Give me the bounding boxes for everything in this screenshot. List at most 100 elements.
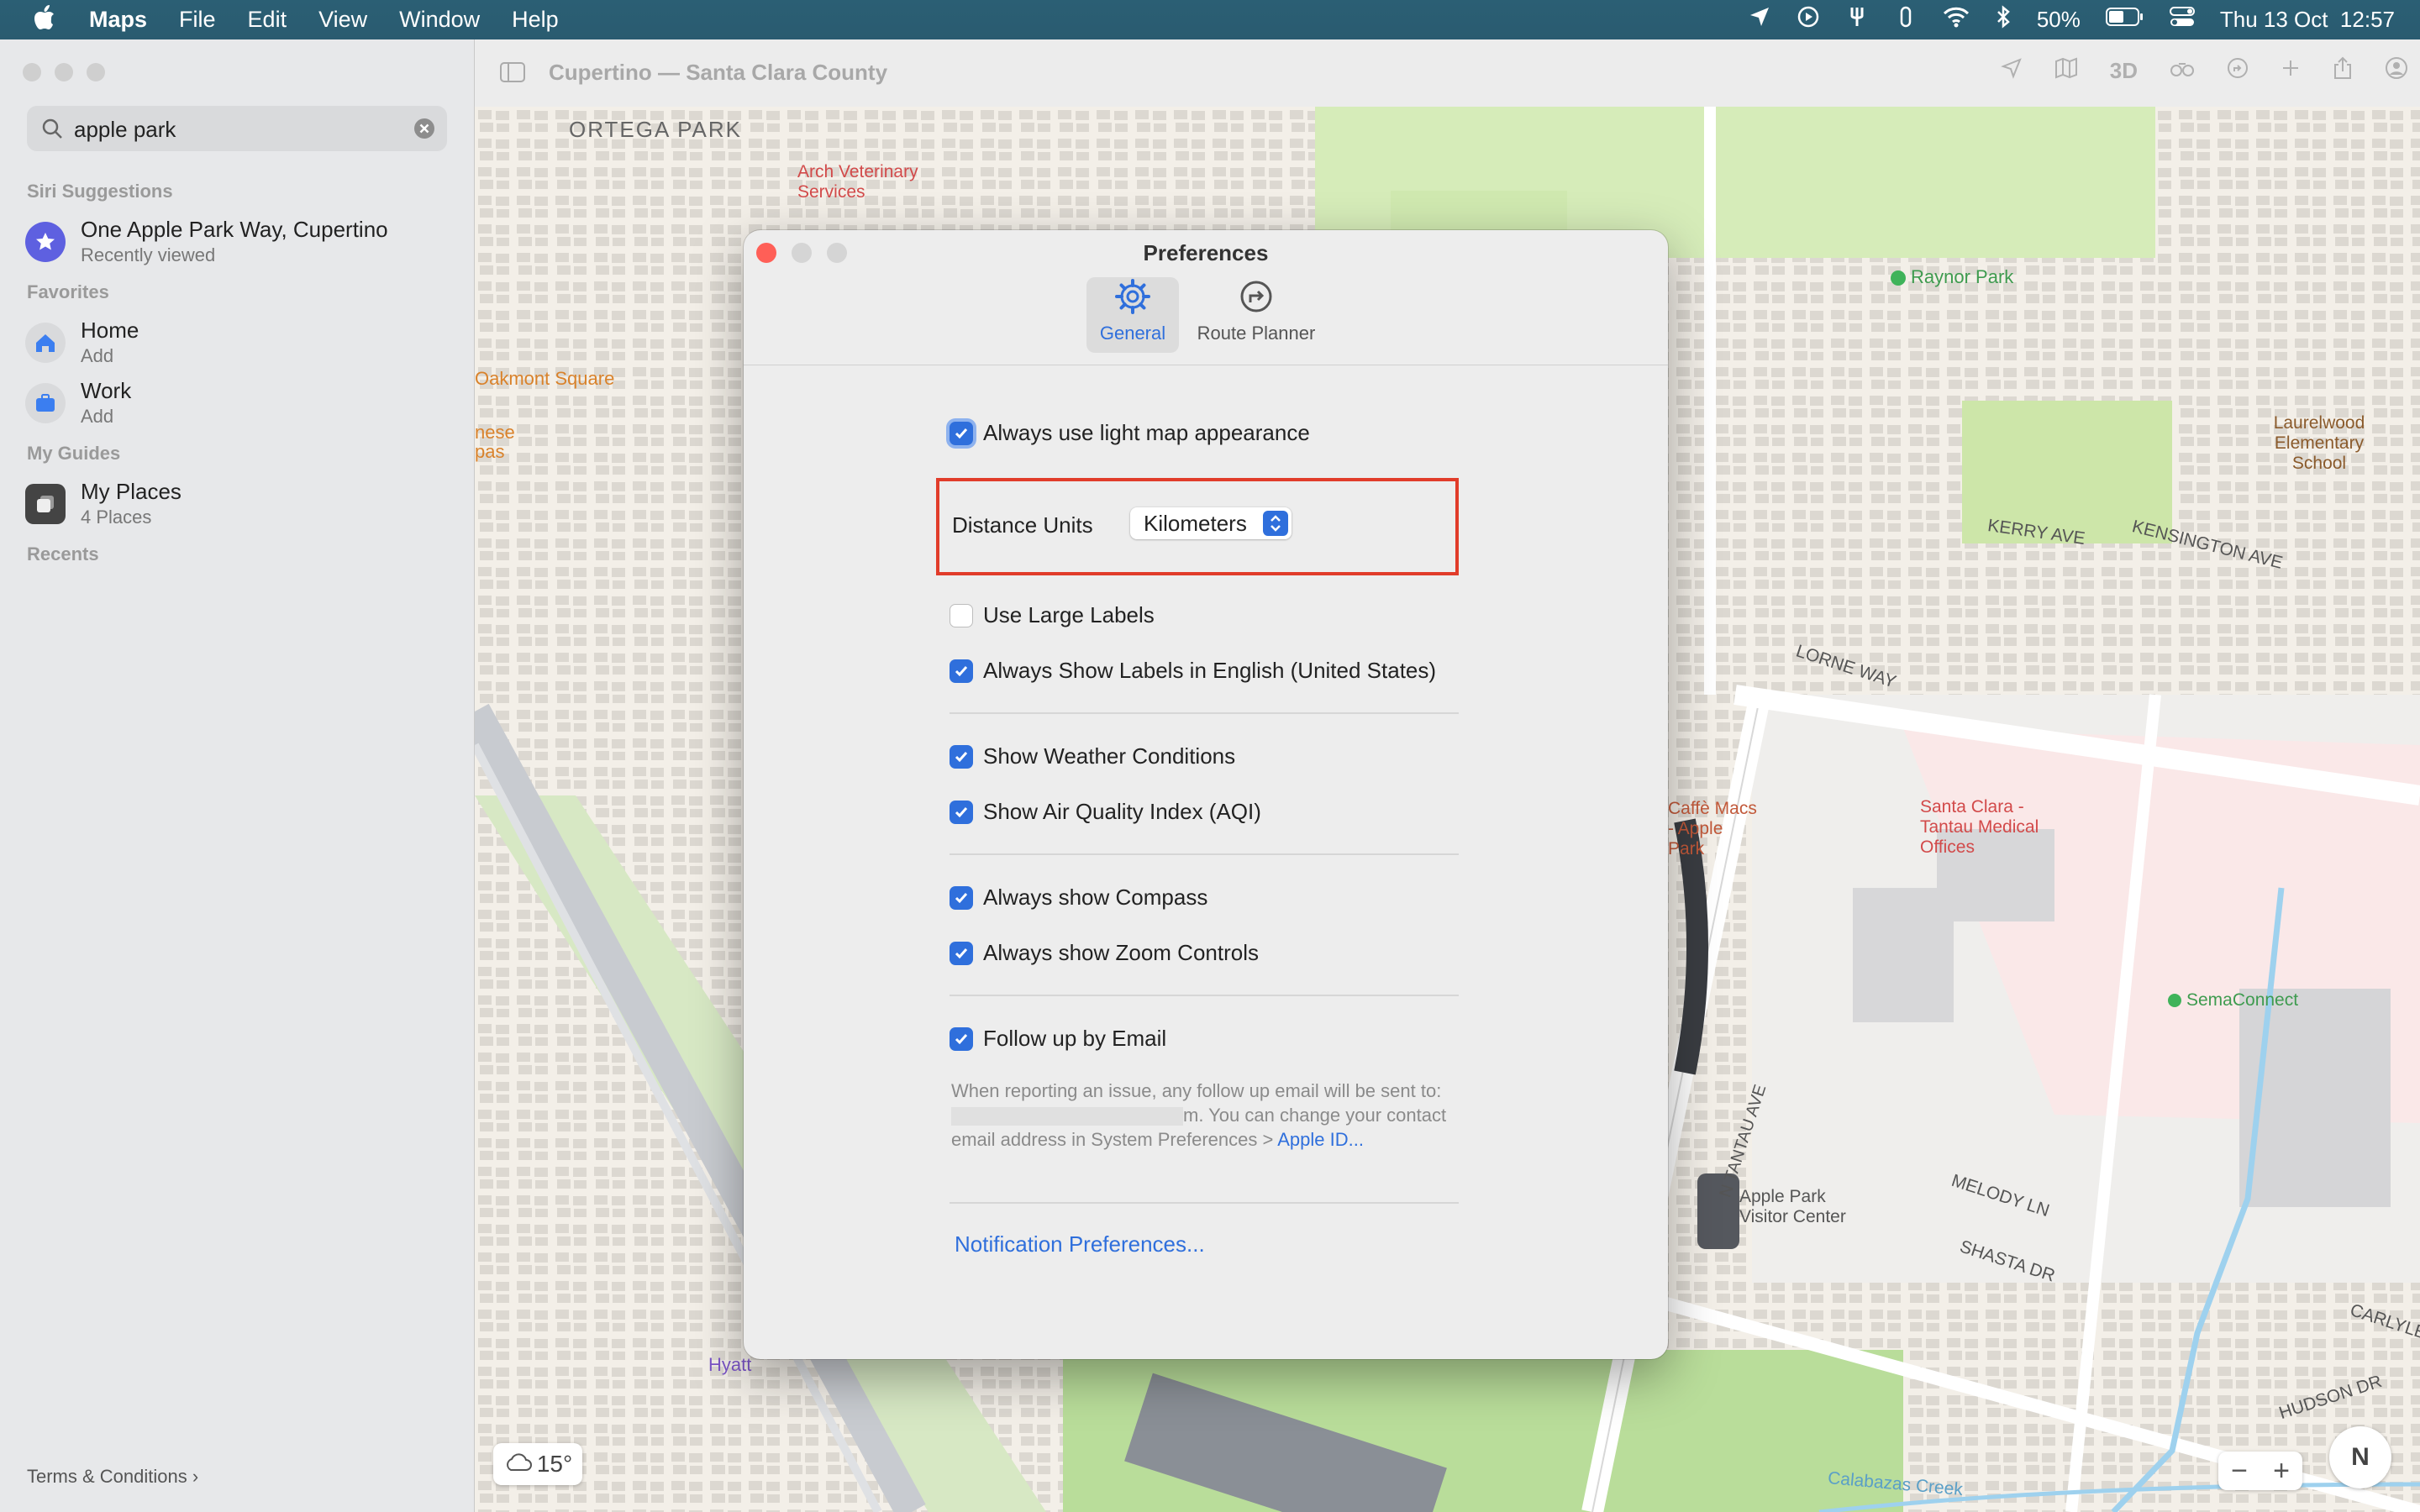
my-guides-title: My Guides: [27, 443, 121, 464]
map-label: pas: [475, 441, 505, 462]
zoom-in-button[interactable]: +: [2273, 1455, 2290, 1488]
dialog-title: Preferences: [1143, 240, 1269, 265]
compass-checkbox[interactable]: [950, 885, 973, 910]
light-map-option[interactable]: Always use light map appearance: [950, 420, 1310, 446]
map-location-title: Cupertino — Santa Clara County: [549, 60, 888, 85]
look-around-icon[interactable]: [2170, 57, 2195, 85]
paperclip-icon[interactable]: [1894, 5, 1918, 34]
light-map-label: Always use light map appearance: [983, 420, 1310, 445]
favorite-work[interactable]: Work Add: [25, 378, 131, 428]
control-center-icon[interactable]: [2169, 6, 2195, 34]
dialog-header: Preferences General Route Planner: [744, 230, 1668, 365]
compass-option[interactable]: Always show Compass: [950, 885, 1207, 911]
apple-id-link[interactable]: Apple ID...: [1277, 1129, 1364, 1150]
zoom-window-button[interactable]: [87, 63, 105, 81]
media-play-icon[interactable]: [1797, 5, 1820, 34]
clear-search-icon[interactable]: [413, 118, 435, 144]
terms-link[interactable]: Terms & Conditions ›: [27, 1466, 198, 1488]
compass-button[interactable]: N: [2329, 1426, 2391, 1488]
favorite-home[interactable]: Home Add: [25, 318, 139, 367]
map-label: SemaConnect: [2168, 990, 2298, 1011]
favorite-title: Work: [81, 378, 132, 403]
guide-my-places[interactable]: My Places 4 Places: [25, 479, 182, 528]
english-labels-option[interactable]: Always Show Labels in English (United St…: [950, 658, 1436, 684]
compass-label: Always show Compass: [983, 885, 1208, 910]
menu-view[interactable]: View: [318, 7, 367, 33]
map-mode-icon[interactable]: [2054, 57, 2078, 85]
follow-up-option[interactable]: Follow up by Email: [950, 1026, 1166, 1052]
tab-general[interactable]: General: [1086, 277, 1179, 353]
battery-icon[interactable]: [2105, 7, 2144, 33]
zoom-controls-option[interactable]: Always show Zoom Controls: [950, 940, 1259, 966]
tab-route-planner[interactable]: Route Planner: [1189, 277, 1323, 353]
english-labels-checkbox[interactable]: [950, 659, 973, 683]
menu-file[interactable]: File: [179, 7, 216, 33]
recents-title: Recents: [27, 543, 99, 564]
park-pin-icon: [1891, 270, 1906, 286]
menu-clock[interactable]: Thu 13 Oct 12:57: [2220, 7, 2395, 33]
notification-preferences-link[interactable]: Notification Preferences...: [955, 1231, 1205, 1257]
distance-units-value: Kilometers: [1144, 511, 1247, 536]
follow-up-note: When reporting an issue, any follow up e…: [951, 1079, 1464, 1152]
zoom-controls: − +: [2218, 1452, 2302, 1490]
distance-units-select[interactable]: Kilometers: [1130, 507, 1292, 539]
share-icon[interactable]: [2333, 56, 2353, 86]
siri-suggestions-title: Siri Suggestions: [27, 181, 173, 202]
3d-button[interactable]: 3D: [2110, 58, 2138, 84]
charging-pin-icon: [2168, 994, 2181, 1008]
map-label: Apple Park Visitor Center: [1739, 1187, 1846, 1226]
light-map-checkbox[interactable]: [950, 421, 973, 445]
close-window-button[interactable]: [23, 63, 41, 81]
menu-edit[interactable]: Edit: [248, 7, 287, 33]
scissors-app-icon[interactable]: [1845, 5, 1869, 34]
terms-label: Terms & Conditions: [27, 1466, 187, 1487]
menu-app-name[interactable]: Maps: [89, 7, 147, 33]
gear-icon: [1114, 278, 1151, 319]
map-toolbar: Cupertino — Santa Clara County 3D: [475, 39, 2420, 108]
distance-units-label: Distance Units: [952, 512, 1093, 538]
siri-suggestion-item[interactable]: One Apple Park Way, Cupertino Recently v…: [25, 217, 388, 266]
briefcase-icon: [25, 382, 66, 423]
zoom-controls-checkbox[interactable]: [950, 941, 973, 965]
sidebar-toggle-icon[interactable]: [500, 61, 525, 87]
current-location-icon[interactable]: [2000, 57, 2023, 85]
large-labels-option[interactable]: Use Large Labels: [950, 602, 1155, 628]
account-icon[interactable]: [2385, 56, 2408, 86]
divider: [950, 853, 1459, 855]
directions-icon[interactable]: [2227, 57, 2249, 85]
divider: [950, 712, 1459, 714]
aqi-option[interactable]: Show Air Quality Index (AQI): [950, 799, 1261, 825]
apple-menu-icon[interactable]: [34, 5, 55, 34]
wifi-icon[interactable]: [1943, 5, 1970, 34]
follow-up-label: Follow up by Email: [983, 1026, 1167, 1051]
weather-option[interactable]: Show Weather Conditions: [950, 743, 1235, 769]
note-text: When reporting an issue, any follow up e…: [951, 1080, 1442, 1101]
follow-up-checkbox[interactable]: [950, 1026, 973, 1051]
home-icon: [25, 322, 66, 363]
menu-window[interactable]: Window: [399, 7, 480, 33]
add-icon[interactable]: [2281, 58, 2301, 84]
search-input[interactable]: [72, 106, 412, 153]
large-labels-label: Use Large Labels: [983, 602, 1155, 627]
large-labels-checkbox[interactable]: [950, 603, 973, 627]
weather-checkbox[interactable]: [950, 744, 973, 769]
location-services-icon[interactable]: [1748, 5, 1771, 34]
chevron-updown-icon: [1263, 511, 1288, 536]
map-label: Santa Clara - Tantau Medical Offices: [1920, 797, 2039, 857]
star-icon: [25, 221, 66, 262]
map-label: Oakmont Square: [475, 368, 615, 389]
favorites-title: Favorites: [27, 281, 109, 302]
tab-general-label: General: [1099, 323, 1166, 344]
cloud-icon: [503, 1451, 532, 1478]
zoom-out-button[interactable]: −: [2231, 1455, 2248, 1488]
guide-subtitle: 4 Places: [81, 507, 152, 528]
minimize-window-button[interactable]: [55, 63, 73, 81]
compass-north-icon: N: [2351, 1443, 2370, 1471]
aqi-checkbox[interactable]: [950, 800, 973, 824]
bluetooth-icon[interactable]: [1995, 5, 2012, 34]
menu-help[interactable]: Help: [512, 7, 559, 33]
map-label: ORTEGA PARK: [569, 117, 742, 142]
favorite-title: Home: [81, 318, 139, 343]
search-field[interactable]: [27, 106, 447, 153]
weather-badge[interactable]: 15°: [493, 1443, 582, 1485]
